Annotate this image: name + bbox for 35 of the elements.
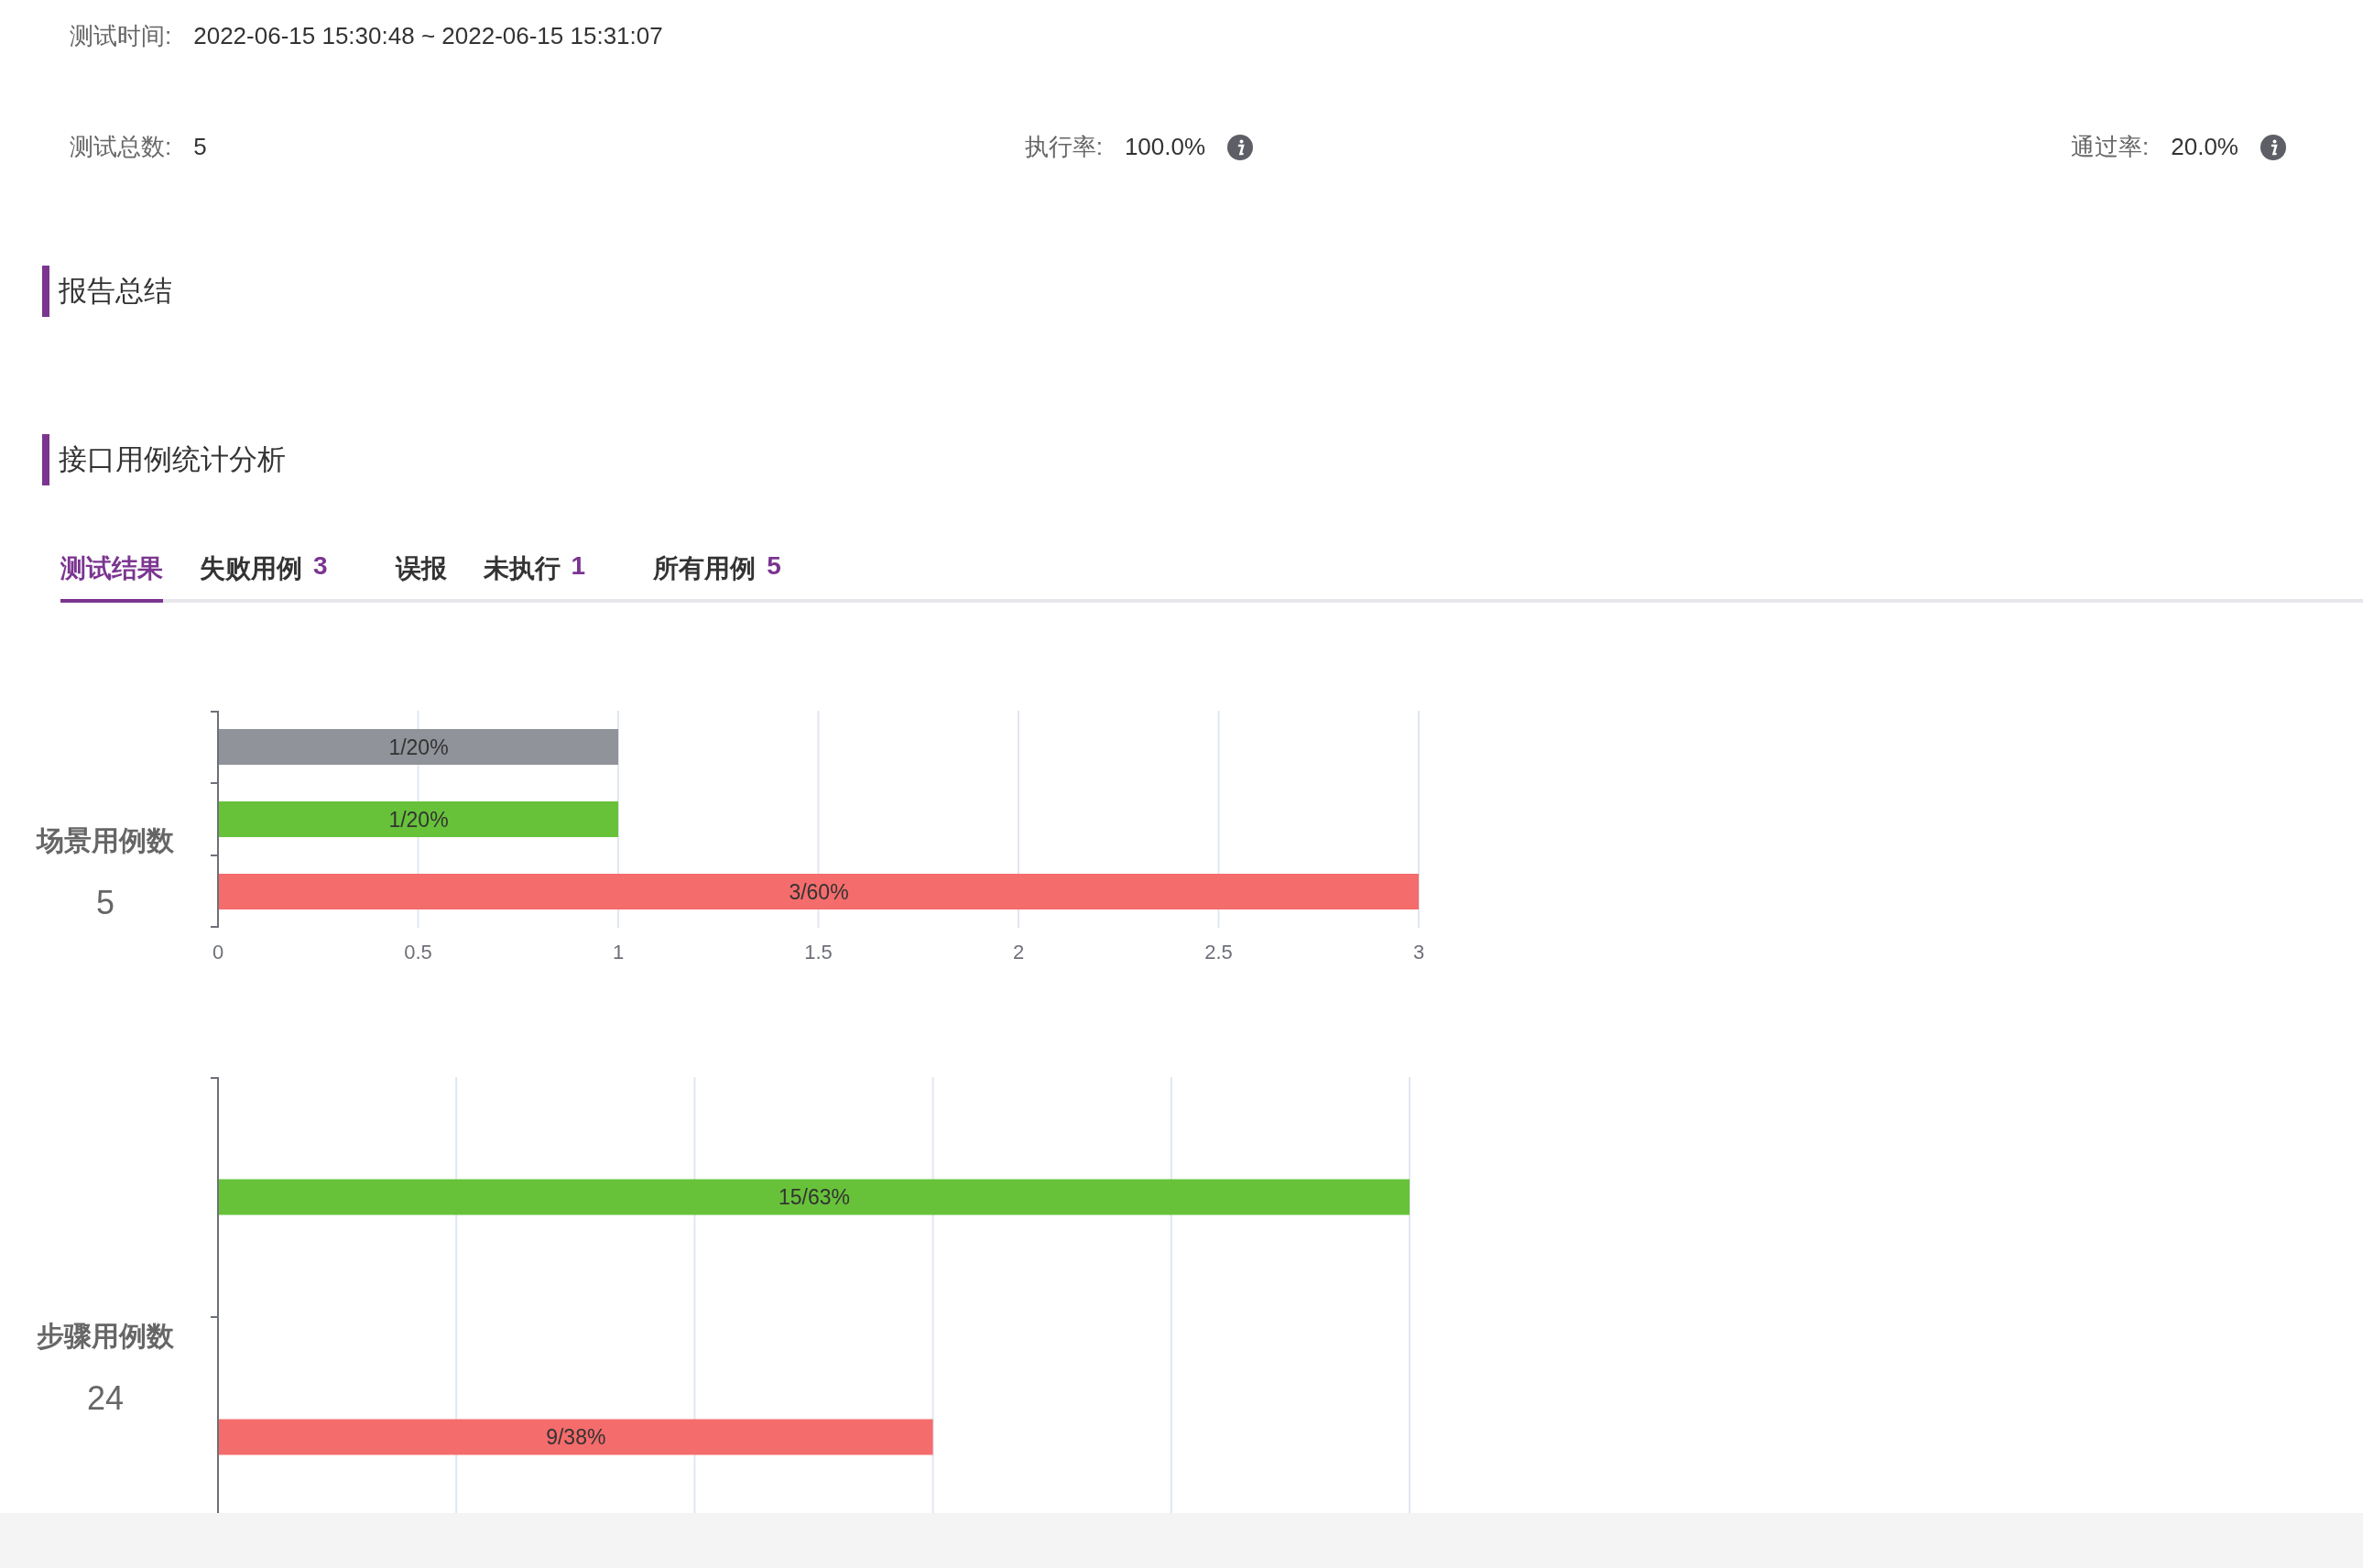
chart-total: 24 [86, 1379, 124, 1418]
axis-tick-label: 1.5 [804, 941, 833, 964]
bar-label: 3/60% [789, 879, 849, 904]
bar-label: 9/38% [546, 1425, 606, 1449]
stat-value: 5 [193, 133, 207, 161]
info-icon[interactable] [1227, 134, 1254, 160]
axis-tick-label: 0 [212, 941, 224, 964]
axis-tick-label: 0.5 [404, 941, 432, 964]
section-accent-bar [42, 434, 49, 485]
stat-value: 20.0% [2171, 133, 2238, 161]
axis-tick-label: 2.5 [1204, 941, 1233, 964]
field-label: 测试时间: [70, 21, 172, 51]
axis-tick-label: 3 [1412, 941, 1425, 964]
chart-total: 5 [96, 884, 114, 922]
tab[interactable]: 失败用例 3 [200, 551, 359, 603]
tab[interactable]: 所有用例 5 [653, 551, 812, 603]
chart-title: 步骤用例数 [37, 1320, 174, 1353]
bar-label: 1/20% [388, 807, 449, 832]
stat-value: 100.0% [1124, 133, 1206, 161]
tab[interactable]: 测试结果 [60, 551, 163, 603]
stat-label: 测试总数: [70, 132, 172, 162]
axis-tick-label: 2 [1012, 941, 1025, 964]
stat-label: 执行率: [1024, 132, 1103, 162]
section-title: 接口用例统计分析 [59, 442, 286, 477]
section-accent-bar [42, 266, 49, 317]
bar-label: 15/63% [779, 1185, 850, 1209]
info-icon[interactable] [2260, 134, 2286, 160]
chart-title: 场景用例数 [37, 824, 174, 857]
tab[interactable]: 误报 [395, 551, 447, 603]
tab[interactable]: 未执行 1 [483, 551, 617, 603]
field-value: 2022-06-15 15:30:48 ~ 2022-06-15 15:31:07 [193, 22, 663, 50]
bar-label: 1/20% [388, 735, 449, 759]
stat-label: 通过率: [2071, 132, 2150, 162]
section-title: 报告总结 [59, 274, 172, 309]
axis-tick-label: 1 [612, 941, 625, 964]
